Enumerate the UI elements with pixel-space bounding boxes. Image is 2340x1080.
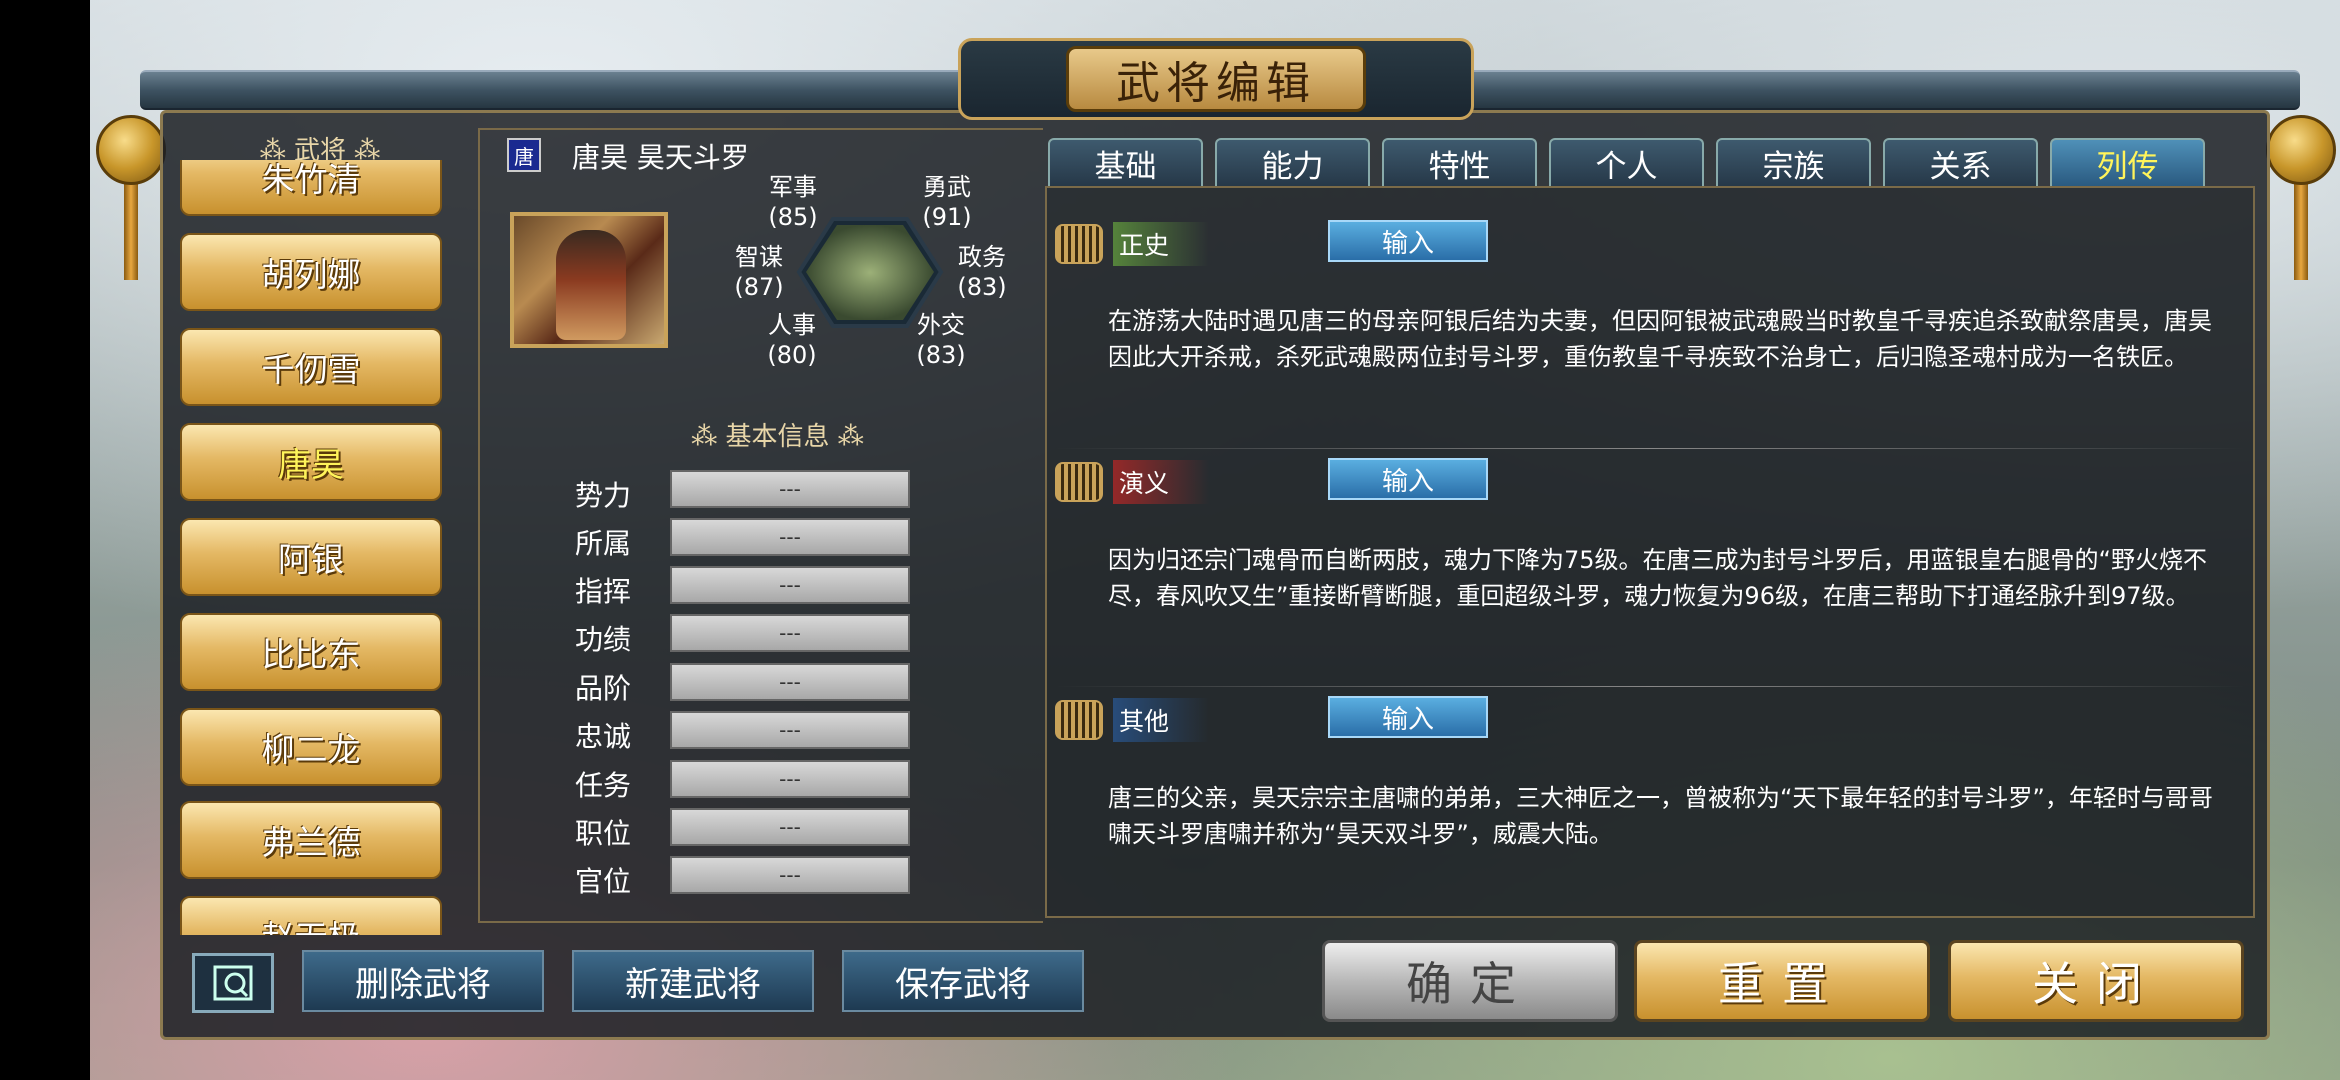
section-other: 其他 [1055, 698, 1250, 742]
history-text: 在游荡大陆时遇见唐三的母亲阿银后结为夫妻，但因阿银被武魂殿当时教皇千寻疾追杀致献… [1108, 307, 2212, 371]
list-item[interactable]: 柳二龙 [180, 708, 442, 786]
scroll-icon [1055, 462, 1103, 502]
save-general-button[interactable]: 保存武将 [842, 950, 1084, 1012]
faction-badge: 唐 [507, 138, 541, 172]
left-knob-ornament [96, 115, 166, 185]
title-plate: 武将编辑 [958, 38, 1474, 120]
list-item[interactable]: 弗兰德 [180, 801, 442, 879]
stat-military: 军事 (85) [768, 173, 818, 231]
hero-name: 唐昊 昊天斗罗 [572, 141, 749, 174]
search-button[interactable] [192, 953, 274, 1013]
list-item[interactable]: 赵无极 [180, 896, 442, 935]
confirm-button[interactable]: 确定 [1322, 940, 1618, 1022]
general-list[interactable]: 朱竹清 胡列娜 千仞雪 唐昊 阿银 比比东 柳二龙 弗兰德 赵无极 [178, 160, 448, 935]
other-text: 唐三的父亲，昊天宗宗主唐啸的弟弟，三大神匠之一，曾被称为“天下最年轻的封号斗罗”… [1108, 784, 2213, 848]
close-button[interactable]: 关闭 [1948, 940, 2244, 1022]
section-official-history: 正史 [1055, 222, 1250, 266]
stat-strategy: 智谋 (87) [734, 243, 784, 301]
input-button-other[interactable]: 输入 [1328, 696, 1488, 738]
divider [1055, 686, 2245, 687]
list-item-selected[interactable]: 唐昊 [180, 423, 442, 501]
tab-relations[interactable]: 关系 [1883, 138, 2038, 186]
scroll-icon [1055, 700, 1103, 740]
tab-biography[interactable]: 列传 [2050, 138, 2205, 186]
tab-personal[interactable]: 个人 [1549, 138, 1704, 186]
stat-personnel: 人事 (80) [767, 311, 817, 369]
hero-portrait [510, 212, 668, 348]
basic-info-title: ⁂ 基本信息 ⁂ [691, 422, 864, 452]
scroll-icon [1055, 224, 1103, 264]
section-romance: 演义 [1055, 460, 1250, 504]
tab-ability[interactable]: 能力 [1215, 138, 1370, 186]
delete-general-button[interactable]: 删除武将 [302, 950, 544, 1012]
tab-basic[interactable]: 基础 [1048, 138, 1203, 186]
stat-politics: 政务 (83) [957, 243, 1007, 301]
new-general-button[interactable]: 新建武将 [572, 950, 814, 1012]
input-button-history[interactable]: 输入 [1328, 220, 1488, 262]
search-icon [213, 965, 253, 1001]
window-title: 武将编辑 [1066, 46, 1366, 112]
list-item[interactable]: 千仞雪 [180, 328, 442, 406]
list-item[interactable]: 朱竹清 [180, 160, 442, 216]
tab-clan[interactable]: 宗族 [1716, 138, 1871, 186]
stat-diplomacy: 外交 (83) [916, 311, 966, 369]
stat-valor: 勇武 (91) [922, 173, 972, 231]
romance-text: 因为归还宗门魂骨而自断两肢，魂力下降为75级。在唐三成为封号斗罗后，用蓝银皇右腿… [1108, 546, 2207, 610]
divider [1055, 448, 2245, 449]
right-knob-ornament [2266, 115, 2336, 185]
list-item[interactable]: 比比东 [180, 613, 442, 691]
reset-button[interactable]: 重置 [1634, 940, 1930, 1022]
left-letterbox [0, 0, 90, 1080]
input-button-romance[interactable]: 输入 [1328, 458, 1488, 500]
tab-traits[interactable]: 特性 [1382, 138, 1537, 186]
list-item[interactable]: 胡列娜 [180, 233, 442, 311]
list-item[interactable]: 阿银 [180, 518, 442, 596]
